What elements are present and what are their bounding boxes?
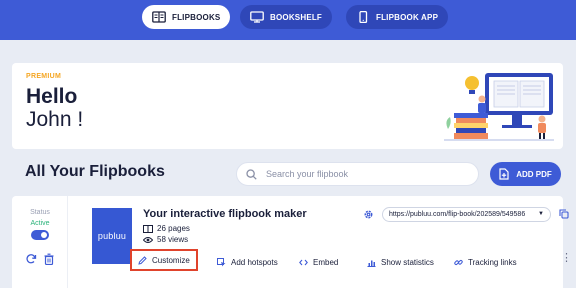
add-hotspots-label: Add hotspots <box>231 257 278 267</box>
flipbook-url-select[interactable]: https://publuu.com/flip-book/202589/5495… <box>382 207 551 222</box>
nav-tab-label: FLIPBOOKS <box>172 12 221 22</box>
pages-count: 26 pages <box>143 224 190 233</box>
pencil-icon <box>138 255 147 265</box>
greeting-text: Hello <box>26 85 78 108</box>
customize-label: Customize <box>152 255 190 265</box>
add-pdf-button[interactable]: ADD PDF <box>490 162 561 186</box>
flipbook-title[interactable]: Your interactive flipbook maker <box>143 208 307 220</box>
hotspot-icon <box>217 257 226 266</box>
active-toggle[interactable] <box>31 230 49 240</box>
bookshelf-icon <box>250 11 264 23</box>
add-pdf-icon <box>499 168 509 180</box>
link-icon <box>454 259 463 265</box>
flipbooks-icon <box>152 11 166 23</box>
views-count: 58 views <box>143 235 188 244</box>
top-nav: FLIPBOOKS BOOKSHELF FLIPBOOK APP <box>0 0 576 40</box>
page-title: All Your Flipbooks <box>25 163 165 180</box>
show-statistics-button[interactable]: Show statistics <box>367 251 434 273</box>
gear-icon[interactable] <box>363 209 374 220</box>
welcome-card: PREMIUM Hello John ! <box>12 63 563 149</box>
book-icon <box>143 224 153 233</box>
embed-label: Embed <box>313 257 339 267</box>
add-hotspots-button[interactable]: Add hotspots <box>217 251 278 273</box>
status-column: Status Active <box>12 196 68 288</box>
copy-icon[interactable] <box>559 209 569 219</box>
user-name: John ! <box>26 108 84 131</box>
nav-tab-flipbook-app[interactable]: FLIPBOOK APP <box>346 5 449 29</box>
nav-tab-label: BOOKSHELF <box>270 12 323 22</box>
more-vertical-icon[interactable]: ⋮ <box>561 253 572 264</box>
refresh-icon[interactable] <box>25 253 37 265</box>
search-box <box>236 162 479 186</box>
flipbook-cover[interactable]: publuu <box>92 208 132 264</box>
reading-illustration <box>444 73 554 141</box>
add-pdf-label: ADD PDF <box>516 169 552 179</box>
tracking-links-label: Tracking links <box>468 257 517 267</box>
trash-icon[interactable] <box>43 253 55 265</box>
nav-tab-bookshelf[interactable]: BOOKSHELF <box>240 5 333 29</box>
flipbook-card: Status Active publuu Your interactive fl… <box>12 196 572 288</box>
tracking-links-button[interactable]: Tracking links <box>454 251 517 273</box>
flipbook-url: https://publuu.com/flip-book/202589/5495… <box>389 211 526 218</box>
customize-button[interactable]: Customize <box>130 249 198 271</box>
nav-tab-flipbooks[interactable]: FLIPBOOKS <box>142 5 231 29</box>
stats-icon <box>367 260 376 267</box>
code-icon <box>299 259 308 265</box>
pages-text: 26 pages <box>157 224 190 233</box>
nav-tab-label: FLIPBOOK APP <box>376 12 439 22</box>
eye-icon <box>143 236 153 243</box>
status-value: Active <box>30 220 50 227</box>
embed-button[interactable]: Embed <box>299 251 338 273</box>
plan-badge: PREMIUM <box>26 73 62 80</box>
chevron-down-icon: ▼ <box>538 211 544 217</box>
cover-logo: publuu <box>97 231 127 241</box>
phone-icon <box>359 11 368 23</box>
views-text: 58 views <box>157 235 189 244</box>
show-statistics-label: Show statistics <box>381 257 434 267</box>
search-input[interactable] <box>266 169 466 179</box>
search-icon <box>246 168 257 180</box>
status-label: Status <box>30 209 50 216</box>
